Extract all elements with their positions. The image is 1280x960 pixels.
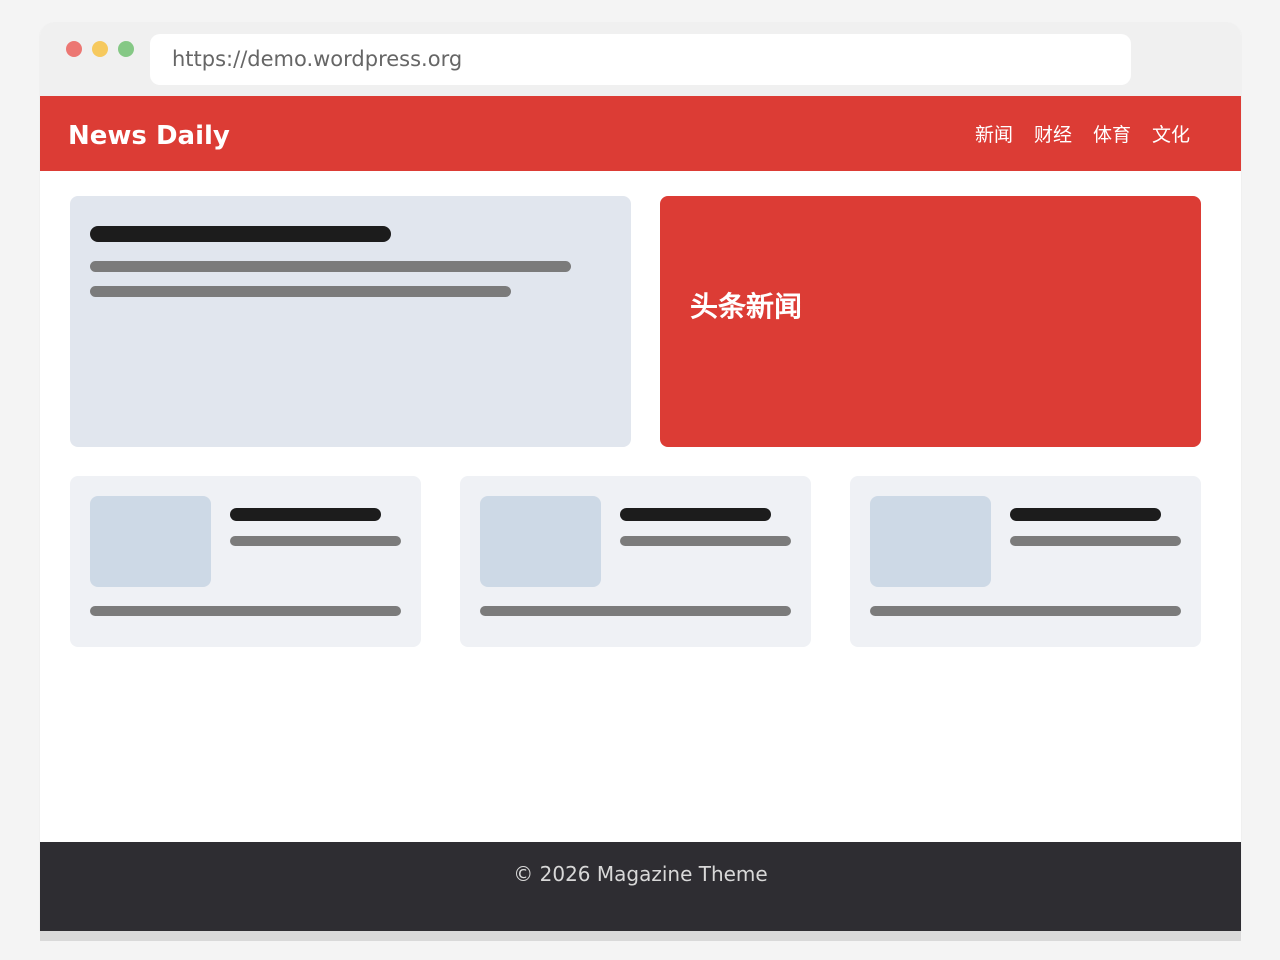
maximize-window-dot[interactable]	[118, 41, 134, 57]
article-title-placeholder	[230, 508, 381, 521]
hero-text-line-placeholder	[90, 286, 511, 297]
article-card[interactable]	[850, 476, 1201, 647]
main-nav: 新闻 财经 体育 文化	[954, 96, 1190, 171]
site-footer: © 2026 Magazine Theme	[40, 842, 1241, 931]
article-title-placeholder	[620, 508, 771, 521]
minimize-window-dot[interactable]	[92, 41, 108, 57]
nav-item-sports[interactable]: 体育	[1093, 120, 1131, 147]
browser-window: https://demo.wordpress.org News Daily 新闻…	[40, 22, 1241, 931]
article-meta-placeholder	[1010, 536, 1181, 546]
address-bar[interactable]: https://demo.wordpress.org	[150, 34, 1131, 85]
nav-item-news[interactable]: 新闻	[975, 120, 1013, 147]
article-meta-placeholder	[230, 536, 401, 546]
article-card[interactable]	[70, 476, 421, 647]
headline-feature-label: 头条新闻	[690, 290, 803, 323]
hero-title-placeholder	[90, 226, 391, 242]
close-window-dot[interactable]	[66, 41, 82, 57]
article-title-placeholder	[1010, 508, 1161, 521]
article-thumbnail-placeholder	[870, 496, 991, 587]
site-header: News Daily 新闻 财经 体育 文化	[40, 96, 1241, 171]
browser-chrome: https://demo.wordpress.org	[40, 22, 1241, 96]
article-excerpt-placeholder	[90, 606, 401, 616]
footer-copyright: © 2026 Magazine Theme	[513, 862, 768, 886]
article-excerpt-placeholder	[870, 606, 1181, 616]
article-thumbnail-placeholder	[90, 496, 211, 587]
nav-item-culture[interactable]: 文化	[1152, 120, 1190, 147]
article-thumbnail-placeholder	[480, 496, 601, 587]
hero-text-line-placeholder	[90, 261, 571, 272]
nav-item-finance[interactable]: 财经	[1034, 120, 1072, 147]
hero-article-placeholder[interactable]	[70, 196, 631, 447]
article-excerpt-placeholder	[480, 606, 791, 616]
article-card[interactable]	[460, 476, 811, 647]
article-meta-placeholder	[620, 536, 791, 546]
site-title[interactable]: News Daily	[68, 96, 230, 177]
headline-feature-card[interactable]: 头条新闻	[660, 196, 1201, 447]
